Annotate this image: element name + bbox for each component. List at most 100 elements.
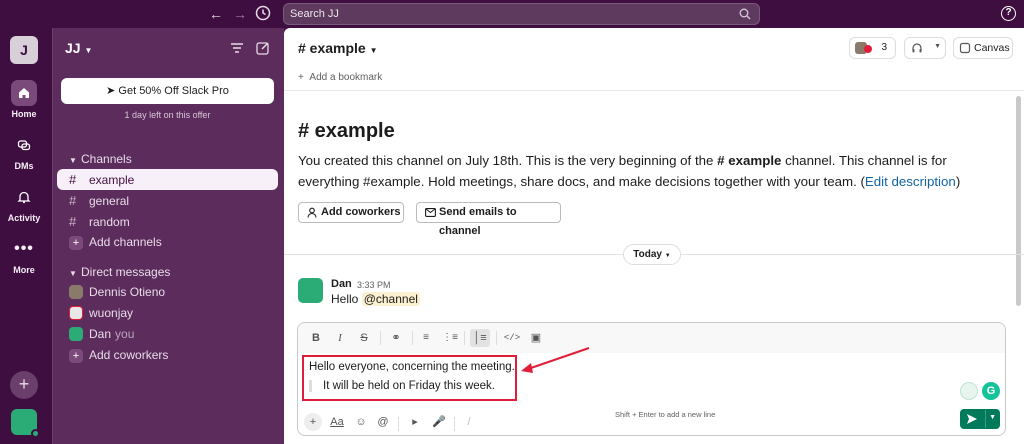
channel-label: random	[89, 215, 130, 229]
add-channels-label: Add channels	[89, 235, 162, 249]
plus-icon[interactable]: +	[304, 413, 322, 431]
headphones-icon	[912, 43, 922, 53]
channel-label: example	[89, 173, 135, 187]
dms-icon	[11, 132, 37, 158]
workspace-name-button[interactable]: JJ ▼	[65, 40, 92, 56]
forward-arrow-icon[interactable]: →	[231, 5, 249, 23]
search-input[interactable]: Search JJ	[283, 3, 760, 25]
channels-section-header[interactable]: ▼ Channels	[69, 152, 132, 166]
dm-label: wuonjay	[89, 306, 134, 320]
canvas-icon	[959, 42, 971, 54]
bell-icon	[11, 184, 37, 210]
emoji-icon[interactable]: ☺	[352, 413, 370, 431]
channel-item-example[interactable]: # example	[57, 169, 278, 190]
canvas-label: Canvas	[974, 42, 1010, 54]
scrollbar[interactable]	[1016, 96, 1021, 306]
send-divider	[985, 410, 986, 428]
send-emails-label: Send emails to channel	[439, 206, 517, 237]
channel-title-button[interactable]: # example ▼	[298, 40, 378, 56]
back-arrow-icon[interactable]: ←	[207, 5, 225, 23]
rail-dms[interactable]: DMs	[0, 132, 48, 171]
rail-home[interactable]: Home	[0, 80, 48, 119]
dm-item-dennis[interactable]: Dennis Otieno	[57, 282, 278, 303]
filter-icon[interactable]	[229, 40, 245, 56]
ordered-list-icon[interactable]: ≡	[416, 329, 436, 347]
grammarly-widget[interactable]: G	[960, 381, 1002, 401]
link-icon[interactable]: ⚭	[386, 329, 406, 347]
help-icon[interactable]: ?	[1001, 6, 1016, 21]
chevron-down-icon: ▼	[84, 46, 93, 55]
italic-icon[interactable]: I	[330, 329, 350, 347]
rail-activity[interactable]: Activity	[0, 184, 48, 223]
upgrade-promo-button[interactable]: ➤ Get 50% Off Slack Pro	[61, 78, 274, 104]
channel-mention[interactable]: @channel	[361, 292, 420, 306]
add-coworkers-button[interactable]: Add coworkers	[298, 202, 404, 223]
composer-hint: Shift + Enter to add a new line	[615, 410, 716, 419]
chevron-down-icon[interactable]: ▼	[989, 414, 996, 421]
avatar[interactable]	[11, 409, 40, 438]
channel-item-random[interactable]: # random	[57, 211, 278, 232]
workspace-switcher[interactable]: J	[10, 36, 38, 64]
huddle-button[interactable]: ▼	[904, 37, 946, 59]
dm-item-wuonjay[interactable]: wuonjay	[57, 303, 278, 324]
avatar	[69, 285, 83, 299]
members-button[interactable]: 3	[849, 37, 896, 59]
send-emails-button[interactable]: Send emails to channel	[416, 202, 561, 237]
canvas-button[interactable]: Canvas	[953, 37, 1013, 59]
code-icon[interactable]: </>	[502, 329, 522, 347]
rail-more[interactable]: ••• More	[0, 236, 48, 275]
dm-section-header[interactable]: ▼ Direct messages	[69, 265, 170, 279]
dm-item-dan[interactable]: Dan you	[57, 324, 278, 345]
send-button[interactable]: ▼	[960, 409, 1000, 429]
grammarly-icon[interactable]: G	[982, 382, 1000, 400]
message-body: Hello	[331, 292, 362, 306]
rail-activity-label: Activity	[7, 213, 41, 223]
channel-item-general[interactable]: # general	[57, 190, 278, 211]
edit-description-link[interactable]: Edit description	[865, 174, 956, 189]
message-author[interactable]: Dan	[331, 278, 352, 290]
intro-bold: # example	[717, 153, 782, 168]
add-workspace-button[interactable]: +	[10, 371, 38, 399]
rail-dms-label: DMs	[14, 161, 34, 171]
avatar[interactable]	[298, 278, 323, 303]
channel-title: # example	[298, 40, 366, 56]
bold-icon[interactable]: B	[306, 329, 326, 347]
compose-icon[interactable]	[255, 40, 271, 56]
message-timestamp[interactable]: 3:33 PM	[357, 280, 391, 290]
add-bookmark-label: Add a bookmark	[309, 72, 383, 83]
workspace-name: JJ	[65, 40, 81, 56]
toolbar-divider	[380, 331, 381, 345]
hash-icon: #	[69, 172, 77, 187]
header-divider	[284, 90, 1024, 91]
add-coworkers-label: Add coworkers	[321, 206, 401, 218]
message-text: Hello @channel	[331, 292, 420, 306]
blockquote-icon[interactable]: │≡	[470, 329, 490, 347]
rail-home-label: Home	[11, 109, 37, 119]
day-divider-button[interactable]: Today ▼	[623, 244, 681, 265]
chevron-down-icon: ▼	[369, 46, 378, 55]
mention-icon[interactable]: @	[374, 413, 392, 431]
add-coworkers-sidebar-button[interactable]: + Add coworkers	[57, 345, 278, 366]
hash-icon: #	[69, 193, 77, 208]
video-icon[interactable]: ▸	[406, 413, 424, 431]
add-coworkers-label: Add coworkers	[89, 348, 169, 362]
dm-you-suffix: you	[115, 327, 135, 341]
channel-label: general	[89, 194, 130, 208]
message-input[interactable]: Hello everyone, concerning the meeting. …	[298, 353, 1005, 405]
history-icon[interactable]	[254, 5, 272, 23]
add-channels-button[interactable]: + Add channels	[57, 232, 278, 253]
channels-header-label: Channels	[81, 152, 132, 166]
plus-icon: +	[69, 236, 83, 250]
slash-command-icon[interactable]: /	[460, 413, 478, 431]
strikethrough-icon[interactable]: S	[354, 329, 374, 347]
text-format-icon[interactable]: Aa	[328, 413, 346, 431]
formatting-toolbar: B I S ⚭ ≡ ⋮≡ │≡ </> ▣	[298, 323, 1005, 353]
code-block-icon[interactable]: ▣	[526, 329, 546, 347]
slack-app: ← → Search JJ ? J Home DMs Activity ••• …	[0, 0, 1024, 444]
microphone-icon[interactable]: 🎤	[430, 413, 448, 431]
bulleted-list-icon[interactable]: ⋮≡	[440, 329, 460, 347]
member-count: 3	[881, 42, 887, 53]
dm-label: Dennis Otieno	[89, 285, 166, 299]
lightbulb-icon[interactable]	[960, 382, 978, 400]
add-bookmark-button[interactable]: + Add a bookmark	[298, 72, 382, 83]
